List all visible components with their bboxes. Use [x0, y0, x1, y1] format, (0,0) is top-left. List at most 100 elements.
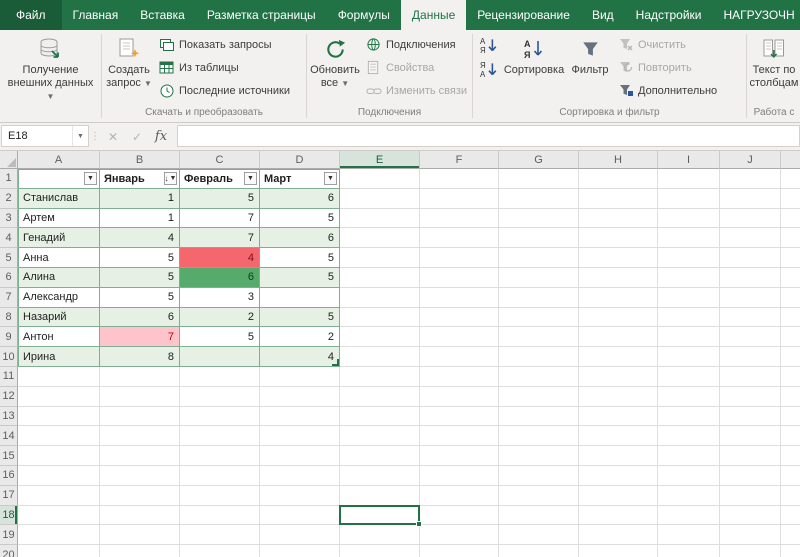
cell-D17[interactable]: [260, 486, 340, 506]
cell-H15[interactable]: [579, 446, 658, 466]
cell-F7[interactable]: [420, 288, 499, 308]
tab-page-layout[interactable]: Разметка страницы: [196, 0, 327, 30]
cell-D7[interactable]: [260, 288, 340, 308]
cell-E18[interactable]: [340, 506, 420, 526]
cell-F2[interactable]: [420, 189, 499, 209]
cell-B16[interactable]: [100, 466, 180, 486]
cell-K17[interactable]: [781, 486, 800, 506]
cell-D13[interactable]: [260, 407, 340, 427]
row-header-17[interactable]: 17: [0, 486, 18, 506]
cell-J17[interactable]: [720, 486, 781, 506]
cell-D10[interactable]: 4: [260, 347, 340, 367]
cell-F9[interactable]: [420, 327, 499, 347]
cell-I20[interactable]: [658, 545, 720, 557]
cell-E7[interactable]: [340, 288, 420, 308]
cell-B5[interactable]: 5: [100, 248, 180, 268]
cell-B14[interactable]: [100, 426, 180, 446]
cell-I10[interactable]: [658, 347, 720, 367]
cell-A14[interactable]: [18, 426, 100, 446]
cell-H7[interactable]: [579, 288, 658, 308]
cell-K11[interactable]: [781, 367, 800, 387]
cell-G12[interactable]: [499, 387, 579, 407]
from-table-button[interactable]: Из таблицы: [155, 56, 293, 79]
cell-K19[interactable]: [781, 525, 800, 545]
cell-I14[interactable]: [658, 426, 720, 446]
cell-C15[interactable]: [180, 446, 260, 466]
cell-K2[interactable]: [781, 189, 800, 209]
row-header-6[interactable]: 6: [0, 268, 18, 288]
cell-A2[interactable]: Станислав: [18, 189, 100, 209]
cell-G11[interactable]: [499, 367, 579, 387]
cell-D5[interactable]: 5: [260, 248, 340, 268]
cell-D4[interactable]: 6: [260, 228, 340, 248]
cell-F13[interactable]: [420, 407, 499, 427]
cell-G13[interactable]: [499, 407, 579, 427]
cell-E2[interactable]: [340, 189, 420, 209]
filter-button[interactable]: Фильтр: [566, 32, 614, 104]
cell-E19[interactable]: [340, 525, 420, 545]
cell-F12[interactable]: [420, 387, 499, 407]
cell-H3[interactable]: [579, 209, 658, 229]
cell-J5[interactable]: [720, 248, 781, 268]
cell-A10[interactable]: Ирина: [18, 347, 100, 367]
cell-A8[interactable]: Назарий: [18, 308, 100, 328]
cell-E14[interactable]: [340, 426, 420, 446]
cell-E15[interactable]: [340, 446, 420, 466]
row-header-18[interactable]: 18: [0, 506, 18, 526]
cell-C6[interactable]: 6: [180, 268, 260, 288]
column-header-H[interactable]: H: [579, 151, 658, 169]
cell-B17[interactable]: [100, 486, 180, 506]
cell-J19[interactable]: [720, 525, 781, 545]
cell-C10[interactable]: [180, 347, 260, 367]
refresh-all-button[interactable]: Обновить все ▼: [308, 32, 362, 104]
cell-K10[interactable]: [781, 347, 800, 367]
cell-H1[interactable]: [579, 169, 658, 189]
cell-J8[interactable]: [720, 308, 781, 328]
cell-F17[interactable]: [420, 486, 499, 506]
cell-A16[interactable]: [18, 466, 100, 486]
cell-J16[interactable]: [720, 466, 781, 486]
cell-B8[interactable]: 6: [100, 308, 180, 328]
cell-D1[interactable]: Март▼: [260, 169, 340, 189]
tab-home[interactable]: Главная: [62, 0, 130, 30]
cell-G2[interactable]: [499, 189, 579, 209]
cell-C16[interactable]: [180, 466, 260, 486]
row-header-20[interactable]: 20: [0, 545, 18, 557]
tab-view[interactable]: Вид: [581, 0, 625, 30]
cell-K8[interactable]: [781, 308, 800, 328]
cell-G18[interactable]: [499, 506, 579, 526]
cell-B9[interactable]: 7: [100, 327, 180, 347]
cell-B11[interactable]: [100, 367, 180, 387]
tab-addins[interactable]: Надстройки: [625, 0, 713, 30]
cell-E17[interactable]: [340, 486, 420, 506]
tab-data[interactable]: Данные: [401, 0, 466, 30]
cell-G19[interactable]: [499, 525, 579, 545]
cell-F19[interactable]: [420, 525, 499, 545]
cell-I3[interactable]: [658, 209, 720, 229]
cell-J12[interactable]: [720, 387, 781, 407]
cell-B6[interactable]: 5: [100, 268, 180, 288]
cell-C9[interactable]: 5: [180, 327, 260, 347]
cell-E20[interactable]: [340, 545, 420, 557]
cell-C14[interactable]: [180, 426, 260, 446]
cell-D8[interactable]: 5: [260, 308, 340, 328]
new-query-button[interactable]: Создать запрос ▼: [103, 32, 155, 104]
cell-E3[interactable]: [340, 209, 420, 229]
cell-K6[interactable]: [781, 268, 800, 288]
cell-H17[interactable]: [579, 486, 658, 506]
cell-I6[interactable]: [658, 268, 720, 288]
row-header-13[interactable]: 13: [0, 407, 18, 427]
cell-A17[interactable]: [18, 486, 100, 506]
connections-button[interactable]: Подключения: [362, 33, 470, 56]
cell-G20[interactable]: [499, 545, 579, 557]
cell-H16[interactable]: [579, 466, 658, 486]
cell-K15[interactable]: [781, 446, 800, 466]
cell-F5[interactable]: [420, 248, 499, 268]
cell-E12[interactable]: [340, 387, 420, 407]
cell-J18[interactable]: [720, 506, 781, 526]
cell-A4[interactable]: Генадий: [18, 228, 100, 248]
cell-H14[interactable]: [579, 426, 658, 446]
row-header-7[interactable]: 7: [0, 288, 18, 308]
cell-D2[interactable]: 6: [260, 189, 340, 209]
cell-K20[interactable]: [781, 545, 800, 557]
